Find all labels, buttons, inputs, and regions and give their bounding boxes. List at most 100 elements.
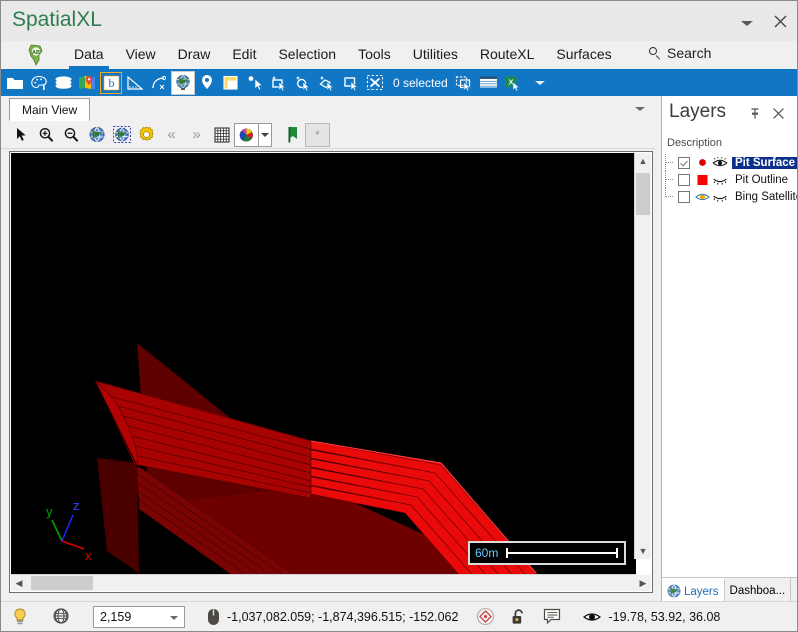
globe-3d-button[interactable] [171,70,195,95]
zoom-selection-button[interactable] [109,123,134,147]
app-logo-button[interactable]: AB [23,44,49,67]
tab-overflow-button[interactable] [635,104,647,114]
select-rectangle-button[interactable] [339,71,363,95]
layer-checkbox-bing-satellite[interactable] [678,190,690,203]
layers-stack-button[interactable] [51,71,75,95]
grid-button[interactable] [209,123,234,147]
window-close-button[interactable] [767,11,793,33]
menu-item-surfaces[interactable]: Surfaces [545,41,622,69]
eye-closed-icon[interactable] [711,173,729,187]
tree-guide [665,154,677,171]
viewport-vertical-scrollbar[interactable]: ▲ ▼ [634,153,651,559]
search-icon [649,46,662,60]
layer-checkbox-pit-surface[interactable] [678,156,690,169]
next-view-button[interactable]: » [184,123,209,147]
select-circle-add-button[interactable] [291,71,315,95]
status-bar: 2,159 -1,037,082.059; -1,874,396.515; -1… [1,601,797,631]
bookmark-flag-button[interactable] [280,123,305,147]
svg-text:AB: AB [32,50,40,56]
window-minimize-button[interactable] [734,11,760,33]
horizontal-scroll-thumb[interactable] [31,576,93,590]
duplicate-selection-button[interactable] [453,71,477,95]
red-dot-symbol [694,156,710,170]
menu-item-data[interactable]: Data [63,41,115,69]
mouse-icon [208,608,219,625]
scroll-left-button[interactable]: ◀ [11,575,27,591]
double-chevron-left-icon: « [167,126,176,143]
viewport-3d-canvas[interactable]: y z x 60m [11,153,636,576]
zoom-extents-button[interactable] [84,123,109,147]
viewport-horizontal-scrollbar[interactable]: ◀ [11,574,636,591]
pointer-tool-button[interactable] [9,123,34,147]
pit-surface-render: y z x [11,153,636,576]
layer-name-pit-outline: Pit Outline [735,173,789,186]
globe-icon [667,584,681,601]
zoom-out-button[interactable] [59,123,84,147]
map-pin-icon [79,75,95,89]
search-box[interactable]: Search [649,45,711,61]
open-folder-button[interactable] [3,71,27,95]
viewport-toolbar: « » * [1,121,655,149]
menu-item-edit[interactable]: Edit [221,41,267,69]
toolbar-overflow-button[interactable] [531,71,549,95]
vertical-scroll-thumb[interactable] [636,173,650,215]
layer-checkbox-pit-outline[interactable] [678,173,690,186]
eye-closed-icon[interactable] [711,190,729,204]
main-toolbar: b 0 selected X [1,69,797,96]
bing-maps-button[interactable]: b [99,71,123,95]
export-excel-icon: X [505,76,521,91]
scroll-down-button[interactable]: ▼ [635,543,651,559]
chevron-down-icon[interactable] [170,615,178,620]
zoom-out-icon [64,127,79,142]
select-rectangle-add-button[interactable] [267,71,291,95]
select-circle-add-icon [296,76,310,91]
zoom-in-button[interactable] [34,123,59,147]
layers-stack-icon [55,75,71,89]
place-marker-button[interactable] [195,71,219,95]
double-chevron-right-icon: » [192,126,201,143]
layer-row-pit-outline[interactable]: Pit Outline [662,171,797,188]
eye-open-icon[interactable] [711,156,729,170]
new-window-button[interactable] [219,71,243,95]
application-window: SpatialXL AB Data View Draw Edit Selecti… [0,0,798,632]
measure-angle-button[interactable] [123,71,147,95]
hint-button[interactable] [11,602,29,631]
clear-selection-button[interactable] [363,71,387,95]
menu-item-view[interactable]: View [115,41,167,69]
color-palette-dropdown-button[interactable] [259,122,272,147]
lock-button[interactable] [511,602,527,631]
document-panel: Main View « » * y z x 60m ▲ ▼ ◀ ▶ [1,96,655,604]
tab-main-view[interactable]: Main View [9,98,91,121]
layer-row-pit-surface[interactable]: Pit Surface [662,154,797,171]
eye-icon [583,612,602,621]
menu-item-selection[interactable]: Selection [267,41,347,69]
menu-item-tools[interactable]: Tools [347,41,402,69]
select-point-button[interactable] [243,71,267,95]
export-excel-button[interactable]: X [501,71,525,95]
close-panel-button[interactable] [772,107,788,123]
tree-guide [665,188,677,197]
coordinates-label: -1,037,082.059; -1,874,396.515; -152.062 [227,609,459,624]
scroll-up-button[interactable]: ▲ [635,153,651,169]
selection-table-button[interactable] [477,71,501,95]
settings-button[interactable] [134,123,159,147]
map-pin-button[interactable] [75,71,99,95]
palette-button[interactable] [27,71,51,95]
select-polygon-add-button[interactable] [315,71,339,95]
color-palette-button[interactable] [234,122,259,147]
layer-row-bing-satellite[interactable]: Bing Satellite [662,188,797,205]
extra-options-button[interactable]: * [305,122,330,147]
render-mode-button[interactable] [51,602,71,631]
snap-curve-button[interactable] [147,71,171,95]
layers-tree: Pit Surface Pit Outline Bing Satellite [662,154,797,205]
menu-item-draw[interactable]: Draw [167,41,222,69]
close-icon [773,108,784,119]
menu-item-routexl[interactable]: RouteXL [469,41,545,69]
scroll-right-button[interactable]: ▶ [635,575,651,591]
menu-item-utilities[interactable]: Utilities [402,41,469,69]
previous-view-button[interactable]: « [159,123,184,147]
messages-button[interactable] [543,602,561,631]
crs-status-button[interactable] [476,602,495,631]
elevation-combobox[interactable]: 2,159 [93,605,185,628]
pin-panel-button[interactable] [748,107,764,123]
